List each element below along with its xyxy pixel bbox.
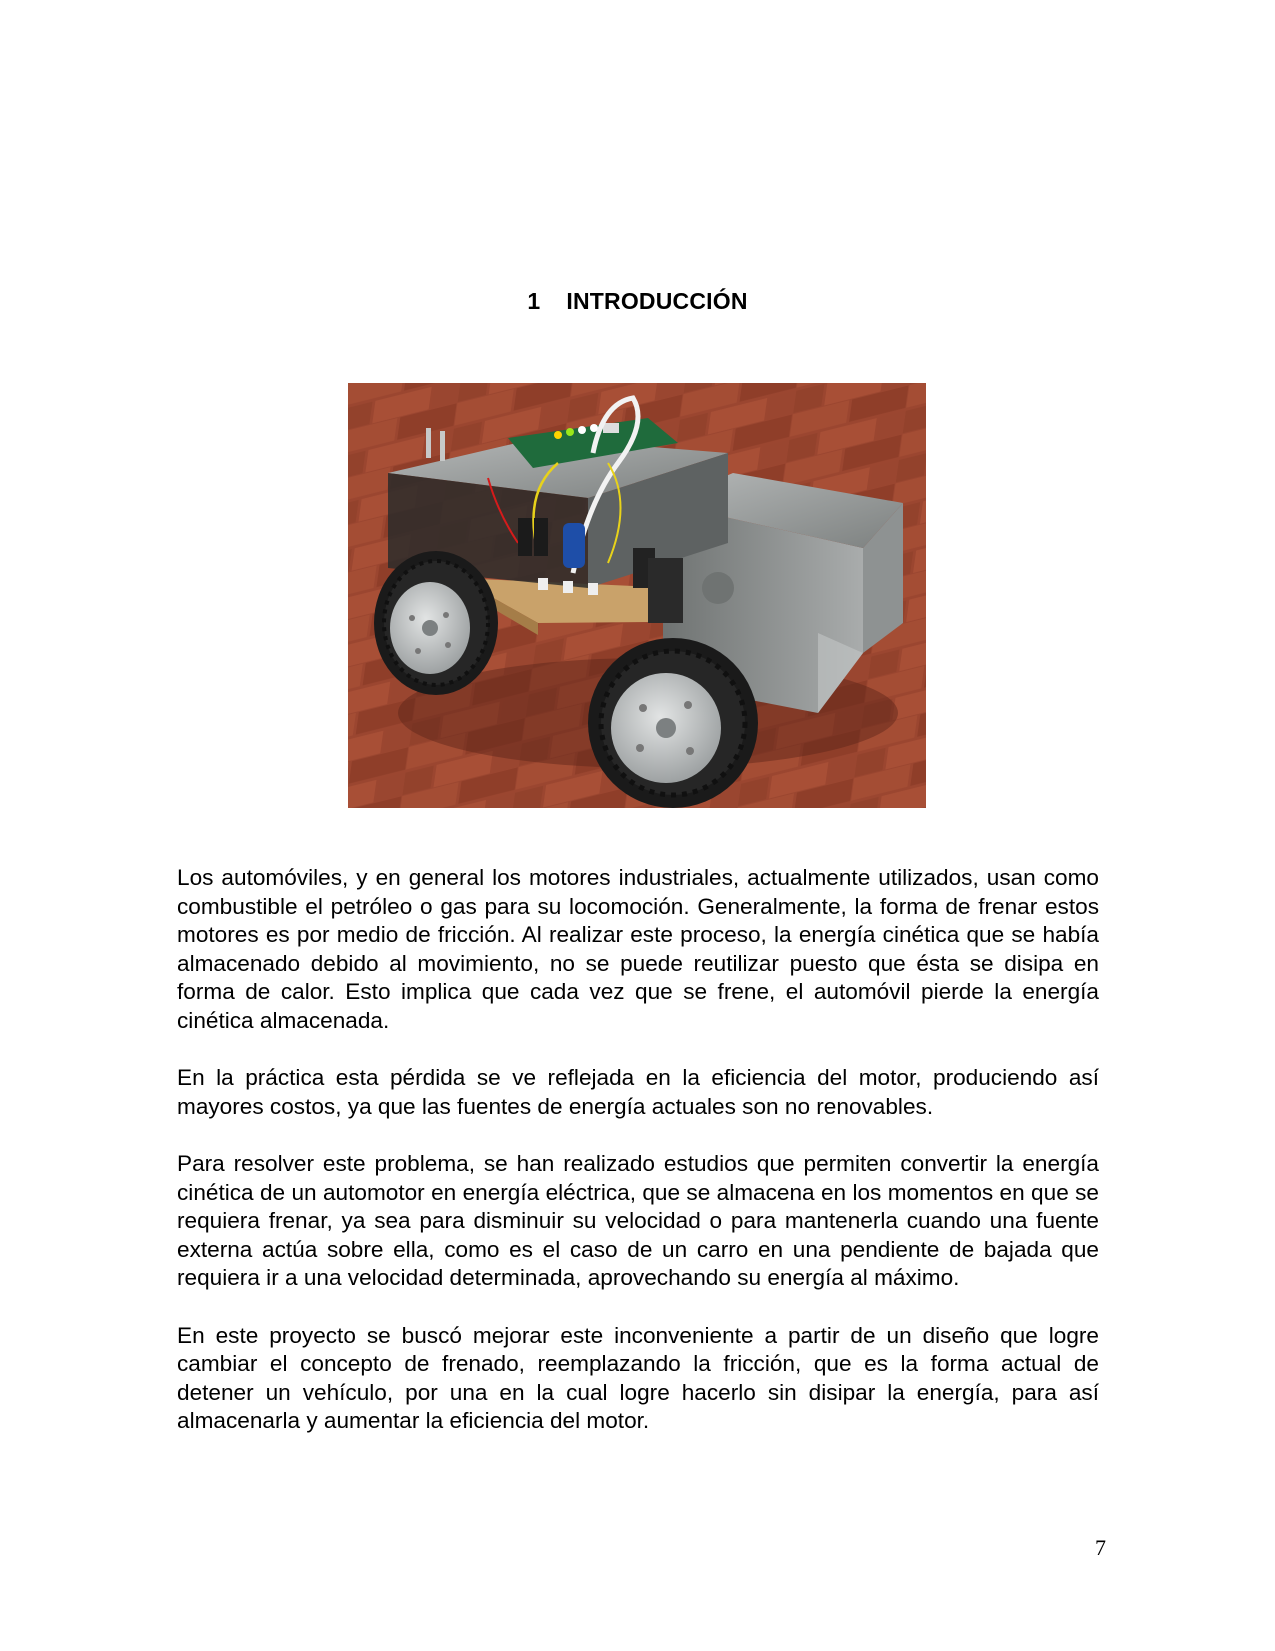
paragraph: En la práctica esta pérdida se ve reflej… <box>177 1065 1099 1119</box>
body-text: Los automóviles, y en general los motore… <box>177 864 1099 1464</box>
page-number: 7 <box>1095 1535 1106 1560</box>
vehicle-prototype-photo <box>348 383 926 808</box>
section-title: INTRODUCCIÓN <box>566 288 748 314</box>
section-heading: 1 INTRODUCCIÓN <box>0 288 1275 315</box>
section-number: 1 <box>527 288 541 314</box>
paragraph: Los automóviles, y en general los motore… <box>177 865 1099 1033</box>
paragraph: En este proyecto se buscó mejorar este i… <box>177 1322 1099 1434</box>
paragraph: Para resolver este problema, se han real… <box>177 1150 1099 1291</box>
